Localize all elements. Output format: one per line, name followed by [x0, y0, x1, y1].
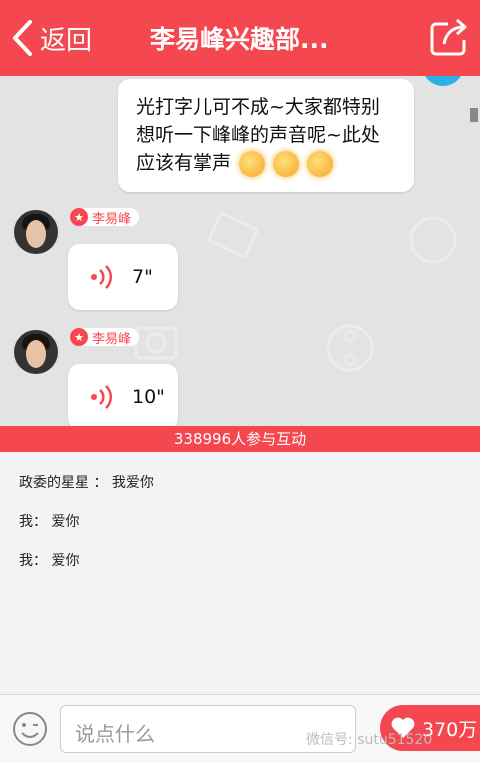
voice-message-bubble[interactable]: 10": [68, 364, 178, 426]
share-icon: [430, 18, 467, 56]
sender-name: 李易峰: [92, 331, 132, 347]
back-button[interactable]: 返回: [10, 16, 92, 60]
voice-message-bubble[interactable]: 7": [68, 244, 178, 310]
voice-wave-icon: [91, 385, 113, 409]
page-title: 李易峰兴趣部...: [150, 25, 329, 54]
avatar-face: [26, 220, 46, 248]
header-bar: 返回 李易峰兴趣部...: [0, 0, 480, 76]
chevron-left-icon: [13, 20, 32, 56]
avatar-face: [26, 340, 46, 368]
voice-wave-icon: [91, 265, 113, 289]
blush-emoji-icon: [239, 150, 266, 177]
input-placeholder: 说点什么: [75, 722, 155, 746]
star-badge-icon: ★: [70, 208, 88, 226]
self-message-text: 光打字儿可不成~大家都特别想听一下峰峰的声音呢~此处应该有掌声: [136, 93, 398, 177]
chat-area[interactable]: 光打字儿可不成~大家都特别想听一下峰峰的声音呢~此处应该有掌声 ★ 李易峰 7"…: [0, 76, 480, 426]
comment-list[interactable]: 政委的星星 ： 我爱你 我： 爱你 我： 爱你: [0, 452, 480, 694]
film-reel-icon: [326, 324, 374, 372]
share-button[interactable]: [428, 16, 470, 58]
blush-emoji-icon: [273, 150, 300, 177]
self-avatar[interactable]: [422, 76, 464, 86]
voice-duration: 10": [132, 386, 165, 408]
face-icon: [409, 216, 457, 264]
comment-item: 我： 爱你: [19, 514, 80, 530]
sender-name-tag: ★ 李易峰: [70, 328, 140, 347]
bottom-input-bar: 说点什么 370万 微信号: sutu51520: [0, 694, 480, 763]
sender-name: 李易峰: [92, 211, 132, 227]
comment-item: 政委的星星 ： 我爱你: [19, 475, 154, 491]
comment-item: 我： 爱你: [19, 553, 80, 569]
blush-emoji-icon: [307, 150, 334, 177]
self-message-bubble: 光打字儿可不成~大家都特别想听一下峰峰的声音呢~此处应该有掌声: [118, 79, 414, 192]
participation-banner: 338996人参与互动: [0, 426, 480, 452]
watermark: 微信号: sutu51520: [306, 732, 433, 748]
sender-name-tag: ★ 李易峰: [70, 208, 140, 227]
film-clapper-icon: [208, 212, 258, 258]
smiley-icon[interactable]: [12, 711, 48, 747]
sender-avatar[interactable]: [14, 330, 58, 374]
sender-avatar[interactable]: [14, 210, 58, 254]
scrollbar[interactable]: [470, 108, 478, 122]
back-label: 返回: [40, 25, 93, 56]
voice-duration: 7": [132, 266, 153, 288]
star-badge-icon: ★: [70, 328, 88, 346]
